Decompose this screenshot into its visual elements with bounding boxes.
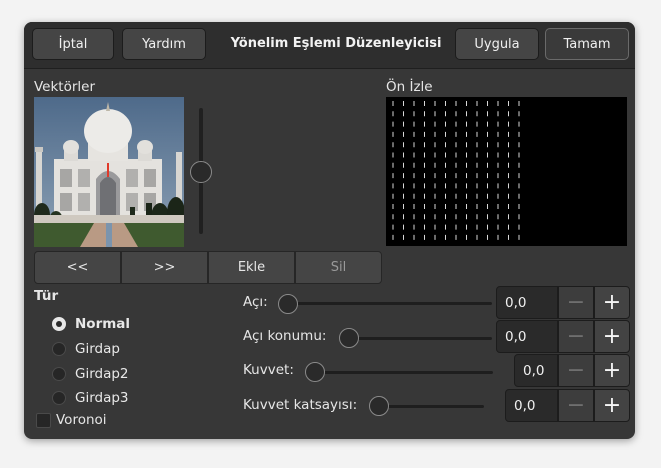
angle-label: Açı: bbox=[243, 294, 268, 310]
strength-slider-knob[interactable] bbox=[305, 362, 325, 382]
type-option-label: Girdap2 bbox=[75, 366, 129, 382]
strength-label: Kuvvet: bbox=[243, 362, 294, 378]
type-label: Tür bbox=[34, 288, 59, 304]
plus-icon: + bbox=[602, 357, 622, 383]
strength-exponent-spinbutton: 0,0 − + bbox=[505, 389, 630, 422]
plus-icon: + bbox=[602, 323, 622, 349]
vector-nav-row: << >> Ekle Sil bbox=[34, 251, 382, 284]
angle-offset-label: Açı konumu: bbox=[243, 328, 327, 344]
angle-offset-slider-knob[interactable] bbox=[339, 328, 359, 348]
type-option-girdap3[interactable]: Girdap3 bbox=[52, 388, 129, 408]
angle-offset-spinbutton: 0,0 − + bbox=[496, 320, 630, 353]
dialog-title: Yönelim Eşlemi Düzenleyicisi bbox=[230, 36, 442, 51]
ok-button[interactable]: Tamam bbox=[545, 28, 629, 60]
preview-vector-field bbox=[392, 101, 520, 240]
strength-increment-button[interactable]: + bbox=[594, 354, 630, 387]
type-option-label: Girdap3 bbox=[75, 390, 129, 406]
radio-icon[interactable] bbox=[52, 367, 66, 381]
strength-spinbutton: 0,0 − + bbox=[514, 354, 630, 387]
voronoi-label: Voronoi bbox=[56, 412, 107, 428]
help-button[interactable]: Yardım bbox=[122, 28, 206, 60]
preview-label: Ön İzle bbox=[386, 79, 433, 95]
header-bar: İptal Yardım Yönelim Eşlemi Düzenleyicis… bbox=[24, 22, 635, 69]
minus-icon: − bbox=[566, 357, 586, 383]
type-option-normal[interactable]: Normal bbox=[52, 314, 130, 334]
dialog-window: İptal Yardım Yönelim Eşlemi Düzenleyicis… bbox=[24, 22, 635, 439]
minus-icon: − bbox=[566, 289, 586, 315]
taj-mahal-image bbox=[34, 97, 184, 247]
vectors-label: Vektörler bbox=[34, 79, 96, 95]
delete-vector-button[interactable]: Sil bbox=[295, 251, 382, 284]
angle-slider-knob[interactable] bbox=[278, 294, 298, 314]
strength-exponent-increment-button[interactable]: + bbox=[594, 389, 630, 422]
angle-offset-decrement-button[interactable]: − bbox=[558, 320, 594, 353]
vector-vertical-slider-knob[interactable] bbox=[190, 161, 212, 183]
angle-spinbutton: 0,0 − + bbox=[496, 286, 630, 319]
type-option-label: Normal bbox=[75, 316, 131, 332]
angle-slider-track[interactable] bbox=[282, 302, 492, 305]
strength-slider-track[interactable] bbox=[309, 371, 493, 374]
type-option-girdap[interactable]: Girdap bbox=[52, 339, 120, 359]
strength-exponent-slider-knob[interactable] bbox=[369, 396, 389, 416]
angle-increment-button[interactable]: + bbox=[594, 286, 630, 319]
strength-exponent-value-field[interactable]: 0,0 bbox=[505, 389, 558, 422]
previous-vector-button[interactable]: << bbox=[34, 251, 121, 284]
angle-offset-increment-button[interactable]: + bbox=[594, 320, 630, 353]
minus-icon: − bbox=[566, 323, 586, 349]
plus-icon: + bbox=[602, 392, 622, 418]
strength-exponent-decrement-button[interactable]: − bbox=[558, 389, 594, 422]
angle-value-field[interactable]: 0,0 bbox=[496, 286, 558, 319]
preview-canvas bbox=[386, 97, 627, 246]
type-option-label: Girdap bbox=[75, 341, 120, 357]
apply-button[interactable]: Uygula bbox=[455, 28, 539, 60]
radio-selected-icon[interactable] bbox=[52, 317, 66, 331]
strength-decrement-button[interactable]: − bbox=[558, 354, 594, 387]
type-option-girdap2[interactable]: Girdap2 bbox=[52, 364, 129, 384]
angle-decrement-button[interactable]: − bbox=[558, 286, 594, 319]
angle-offset-value-field[interactable]: 0,0 bbox=[496, 320, 558, 353]
radio-icon[interactable] bbox=[52, 342, 66, 356]
minus-icon: − bbox=[566, 392, 586, 418]
strength-value-field[interactable]: 0,0 bbox=[514, 354, 558, 387]
voronoi-checkbox[interactable] bbox=[36, 413, 51, 428]
radio-icon[interactable] bbox=[52, 391, 66, 405]
cancel-button[interactable]: İptal bbox=[32, 28, 114, 60]
next-vector-button[interactable]: >> bbox=[121, 251, 208, 284]
plus-icon: + bbox=[602, 289, 622, 315]
vectors-image[interactable] bbox=[34, 97, 184, 247]
angle-offset-slider-track[interactable] bbox=[342, 337, 492, 340]
add-vector-button[interactable]: Ekle bbox=[208, 251, 295, 284]
strength-exponent-label: Kuvvet katsayısı: bbox=[243, 397, 358, 413]
